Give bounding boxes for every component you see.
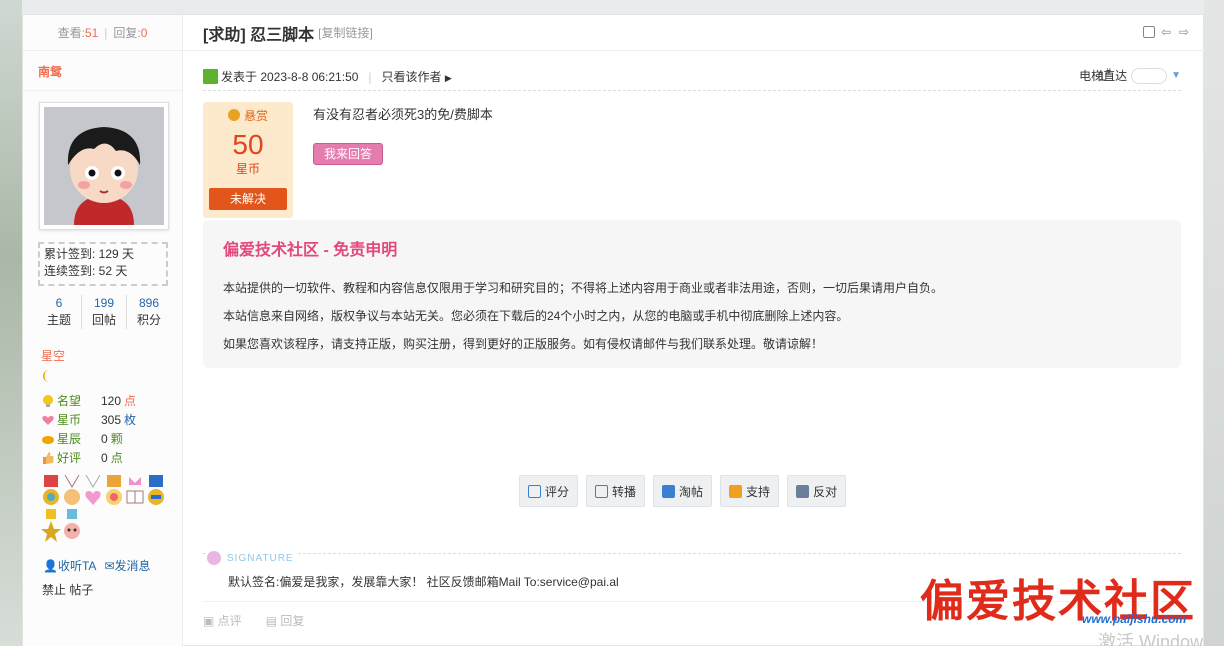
medal-icon[interactable] [41,475,61,508]
reward-currency: 星币 [235,162,260,176]
medal-icon[interactable] [125,475,145,508]
medal-icon[interactable] [104,475,124,508]
comment-button[interactable]: ▣ 点评 [203,612,242,629]
reward-label: 悬赏 [203,107,293,124]
disclaimer-title: 偏爱技术社区 - 免责申明 [223,242,398,259]
disclaimer-line: 如果您喜欢该程序，请支持正版，购买注册，得到更好的正版服务。如有侵权请邮件与我们… [223,337,824,351]
thumbs-up-icon [41,451,55,465]
print-icon[interactable] [1143,26,1155,38]
thread-title: [求助] 忍三脚本 [203,26,315,44]
os-activation-overlay: 激活 Window [1098,632,1204,646]
disclaimer-line: 本站提供的一切软件、教程和内容信息仅限用于学习和研究目的；不得将上述内容用于商业… [223,281,944,295]
post-time: 发表于 2023-8-8 06:21:50 [221,70,359,84]
signin-total: 累计签到: 129 天 [44,247,135,261]
replies-label: 回复: [113,26,141,40]
signature-divider [203,553,1181,554]
ban-link[interactable]: 禁止 帖子 [42,581,93,598]
bulb-icon [41,394,55,408]
count-replies[interactable]: 199 回帖 [82,295,127,329]
signature-text: 默认签名:偏爱是我家，发展靠大家！ 社区反馈邮箱Mail To:service@… [228,575,619,589]
only-author-link[interactable]: 只看该作者 ▶ [382,68,452,85]
moon-icon [43,370,49,382]
user-rank: 星空 [41,349,66,363]
elevator-input[interactable] [1131,67,1168,84]
medal-icon[interactable] [62,509,82,542]
attr-row: 名望 120 点 [41,391,136,410]
reward-box: 悬赏 50 星币 未解决 [203,102,293,218]
elevator: 电梯直达 ▼ [1079,67,1181,84]
count-points[interactable]: 896 积分 [127,295,171,329]
calendar-icon [528,484,541,498]
copy-link[interactable]: [复制链接] [318,24,373,41]
envelope-icon: ✉ [104,559,115,573]
watermark-url: www.paijishu.com [1082,612,1187,626]
prev-thread-icon[interactable]: ⇦ [1161,26,1173,38]
medal-icon[interactable] [83,475,103,508]
page-background-right [1204,0,1224,646]
disclaimer-line: 本站信息来自网络，版权争议与本站无关。您必须在下载后的24个小时之内，从您的电脑… [223,309,849,323]
attr-row: 好评 0 点 [41,448,136,467]
attr-row: 星币 305 枚 [41,410,136,429]
medal-icon[interactable] [41,509,61,542]
message-button[interactable]: ✉发消息 [104,557,150,574]
page-background-left [0,0,22,646]
thumbs-down-icon [796,484,810,498]
title-tools: ⇦ ⇨ [1143,26,1191,38]
next-thread-icon[interactable]: ⇨ [1179,26,1191,38]
bottom-actions: ▣ 点评 ▤ 回复 [203,612,304,629]
user-attributes: 名望 120 点 星币 305 枚 星辰 0 颗 好评 0 点 [41,391,136,467]
thread-stats: 查看: 51 | 回复: 0 [23,15,182,51]
views-count: 51 [84,25,99,40]
medal-icon[interactable] [62,475,82,508]
author-sidebar: 查看: 51 | 回复: 0 南鸳 累计签到: 129 天 连续签到: 52 天… [23,15,183,646]
signin-box: 累计签到: 129 天 连续签到: 52 天 [38,242,168,286]
arrow-down-icon[interactable]: ▼ [1171,70,1181,81]
post-container: 查看: 51 | 回复: 0 南鸳 累计签到: 129 天 连续签到: 52 天… [22,14,1205,646]
author-name[interactable]: 南鸳 [23,51,182,91]
reward-amount: 50 [232,129,264,160]
reply-button[interactable]: ▤ 回复 [266,612,305,629]
post-main: [求助] 忍三脚本 [复制链接] ⇦ ⇨ 发表于 2023-8-8 06:21:… [183,15,1205,646]
avatar[interactable] [39,102,169,230]
coin-icon [227,109,240,121]
signature-icon [207,551,221,565]
answer-button[interactable]: 我来回答 [313,143,383,165]
share-button[interactable]: 转播 [586,475,646,507]
oppose-button[interactable]: 反对 [787,475,847,507]
author-counts: 6 主题 199 回帖 896 积分 [37,295,171,329]
avatar-image [44,107,164,225]
follow-button[interactable]: 👤收听TA [43,557,96,574]
count-topics[interactable]: 6 主题 [37,295,82,329]
medal-icon[interactable] [146,475,166,508]
disclaimer-box: 偏爱技术社区 - 免责申明 本站提供的一切软件、教程和内容信息仅限用于学习和研究… [203,220,1181,368]
thumbs-up-icon [729,484,743,498]
heart-icon [41,413,55,427]
post-actions: 评分 转播 淘帖 支持 反对 [519,475,847,507]
signin-streak: 连续签到: 52 天 [44,264,128,278]
views-label: 查看: [57,26,85,40]
elevator-label: 电梯直达 [1079,69,1128,83]
signature-label: SIGNATURE [207,551,298,565]
medal-list [41,475,171,542]
user-icon: 👤 [43,559,58,573]
poster-icon [203,69,218,84]
thread-titlebar: [求助] 忍三脚本 [复制链接] ⇦ ⇨ [183,15,1205,51]
post-content: 有没有忍者必须死3的免/费脚本 [313,107,493,122]
candy-icon [41,432,55,446]
support-button[interactable]: 支持 [720,475,780,507]
triangle-right-icon: ▶ [444,73,452,83]
rate-button[interactable]: 评分 [519,475,579,507]
attr-row: 星辰 0 颗 [41,429,136,448]
reward-status: 未解决 [209,188,287,210]
collect-button[interactable]: 淘帖 [653,475,713,507]
post-info: 发表于 2023-8-8 06:21:50 | 只看该作者 ▶ 1# 电梯直达 … [203,63,1181,91]
share-icon [595,484,609,498]
replies-count: 0 [140,25,148,40]
collect-icon [662,484,676,498]
follow-actions: 👤收听TA ✉发消息 [43,557,150,574]
